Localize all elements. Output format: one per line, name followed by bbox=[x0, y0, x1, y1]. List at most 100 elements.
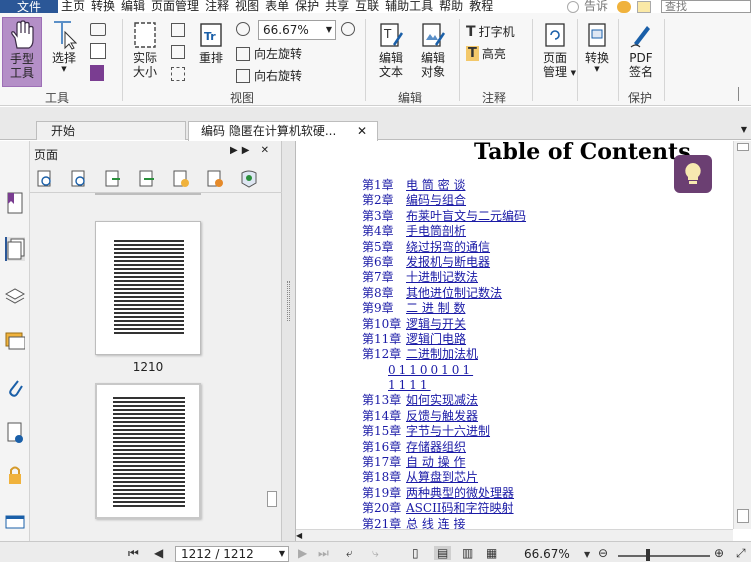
delete-page-icon[interactable] bbox=[206, 170, 224, 188]
signature-icon[interactable] bbox=[5, 421, 25, 445]
menu-item[interactable]: 共享 bbox=[322, 0, 352, 13]
search-options-icon[interactable] bbox=[637, 0, 651, 13]
toc-entry[interactable]: 第3章 布莱叶盲文与二元编码 bbox=[362, 209, 722, 224]
tab-document[interactable]: 编码 隐匿在计算机软硬... ✕ bbox=[188, 121, 378, 141]
toc-entry[interactable]: 第15章 字节与十六进制 bbox=[362, 424, 722, 439]
first-page-icon[interactable]: ⏮ bbox=[128, 546, 139, 561]
zoom-slider-thumb[interactable] bbox=[646, 549, 650, 561]
previous-view-icon[interactable]: ⤶ bbox=[346, 546, 353, 561]
previous-page-icon[interactable]: ◀ bbox=[154, 546, 163, 560]
toc-entry[interactable]: 第2章 编码与组合 bbox=[362, 193, 722, 208]
page-thumbnail[interactable] bbox=[95, 221, 201, 355]
zoom-in-page-icon[interactable] bbox=[36, 170, 54, 188]
snapshot-icon[interactable] bbox=[90, 23, 106, 36]
extract-page-icon[interactable] bbox=[138, 170, 156, 188]
pages-icon[interactable] bbox=[5, 237, 25, 261]
rotate-left-button[interactable]: 向左旋转 bbox=[236, 45, 302, 62]
comments-icon[interactable] bbox=[5, 329, 25, 353]
toc-entry[interactable]: 第1章电 筒 密 谈 bbox=[362, 178, 722, 193]
next-page-icon[interactable]: ▶ bbox=[298, 546, 307, 560]
fit-visible-icon[interactable] bbox=[171, 67, 185, 81]
menu-item[interactable]: 注释 bbox=[202, 0, 232, 13]
scroll-left-arrow[interactable]: ◀ bbox=[296, 531, 302, 540]
panel-scrollbar[interactable] bbox=[265, 193, 279, 523]
close-icon[interactable]: ✕ bbox=[357, 122, 367, 140]
edit-text-button[interactable]: T 编辑 文本 bbox=[372, 19, 410, 79]
toc-entry[interactable]: 第14章 反馈与触发器 bbox=[362, 409, 722, 424]
menu-item[interactable]: 教程 bbox=[466, 0, 496, 13]
single-page-icon[interactable]: ▯ bbox=[412, 546, 419, 560]
zoom-select[interactable]: 66.67% ▼ bbox=[258, 20, 336, 40]
toc-entry[interactable]: 第16章 存储器组织 bbox=[362, 440, 722, 455]
lock-icon[interactable] bbox=[5, 463, 25, 487]
ribbon-scroll-up-icon[interactable] bbox=[738, 87, 746, 101]
document-horizontal-scrollbar[interactable]: ◀ bbox=[296, 529, 733, 541]
menu-item[interactable]: 主页 bbox=[58, 0, 89, 13]
typewriter-button[interactable]: T 打字机 bbox=[466, 23, 515, 40]
toc-entry[interactable]: 第21章总 线 连 接 bbox=[362, 517, 722, 529]
tell-me-label[interactable]: 告诉 bbox=[581, 0, 611, 13]
toc-entry[interactable]: 第6章 发报机与断电器 bbox=[362, 255, 722, 270]
zoom-in-icon[interactable] bbox=[341, 22, 355, 36]
form-icon[interactable] bbox=[5, 509, 25, 533]
toc-entry[interactable]: 第10章 逻辑与开关 bbox=[362, 317, 722, 332]
menu-item[interactable]: 保护 bbox=[292, 0, 322, 13]
menu-item[interactable]: 页面管理 bbox=[148, 0, 202, 13]
lightbulb-icon[interactable] bbox=[566, 0, 579, 13]
toc-entry[interactable]: 第12章 二进制加法机 bbox=[362, 347, 722, 362]
bookmark-purple-icon[interactable] bbox=[90, 65, 104, 81]
edit-object-button[interactable]: 编辑 对象 bbox=[412, 19, 454, 79]
next-view-icon[interactable]: ⤷ bbox=[372, 546, 379, 561]
menu-item[interactable]: 编辑 bbox=[118, 0, 148, 13]
tab-dropdown-icon[interactable]: ▼ bbox=[741, 125, 747, 134]
convert-button[interactable]: 转换 ▼ bbox=[580, 19, 614, 73]
menu-item[interactable]: 辅助工具 bbox=[382, 0, 436, 13]
tab-start[interactable]: 开始 bbox=[36, 121, 186, 140]
toc-entry[interactable]: 第20章 ASCII码和字符映射 bbox=[362, 501, 722, 516]
toc-entry[interactable]: 第19章 两种典型的微处理器 bbox=[362, 486, 722, 501]
continuous-facing-icon[interactable]: ▦ bbox=[486, 546, 497, 560]
pdf-sign-button[interactable]: PDF 签名 bbox=[622, 19, 660, 79]
add-page-icon[interactable] bbox=[172, 170, 190, 188]
search-input[interactable]: 查找 bbox=[661, 0, 751, 13]
toc-entry[interactable]: 第8章 其他进位制记数法 bbox=[362, 286, 722, 301]
bookmark-icon[interactable] bbox=[5, 191, 25, 215]
clipboard-icon[interactable] bbox=[90, 43, 106, 59]
toc-entry[interactable]: 第18章 从算盘到芯片 bbox=[362, 470, 722, 485]
zoom-dropdown-icon[interactable]: ▼ bbox=[584, 550, 590, 559]
reflow-button[interactable]: Tr 重排 bbox=[195, 19, 227, 65]
scroll-up-arrow[interactable] bbox=[737, 143, 749, 151]
menu-item[interactable]: 帮助 bbox=[436, 0, 466, 13]
help-bubble-icon[interactable] bbox=[617, 0, 631, 13]
continuous-page-icon[interactable]: ▤ bbox=[434, 546, 452, 560]
toc-entry[interactable]: 第5章 绕过拐弯的通信 bbox=[362, 240, 722, 255]
panel-controls[interactable]: ▶▶ ✕ bbox=[230, 145, 273, 156]
toc-entry[interactable]: 第4章 手电筒剖析 bbox=[362, 224, 722, 239]
fit-page-icon[interactable] bbox=[171, 23, 185, 37]
scroll-thumb[interactable] bbox=[267, 491, 277, 507]
panel-splitter[interactable] bbox=[282, 141, 296, 541]
page-number-input[interactable]: 1212 / 1212 ▼ bbox=[175, 546, 289, 562]
zoom-in-icon[interactable]: ⊕ bbox=[714, 546, 724, 560]
file-menu[interactable]: 文件 bbox=[0, 0, 58, 13]
select-button[interactable]: 选择 ▼ bbox=[46, 19, 82, 73]
page-properties-icon[interactable] bbox=[240, 170, 258, 188]
zoom-percent[interactable]: 66.67% bbox=[524, 547, 570, 561]
highlight-button[interactable]: T 高亮 bbox=[466, 45, 506, 62]
zoom-out-page-icon[interactable] bbox=[70, 170, 88, 188]
zoom-out-icon[interactable]: ⊖ bbox=[598, 546, 608, 560]
toc-subentry[interactable]: 01100101 bbox=[362, 363, 722, 378]
facing-page-icon[interactable]: ▥ bbox=[462, 546, 473, 560]
rotate-right-button[interactable]: 向右旋转 bbox=[236, 67, 302, 84]
fullscreen-icon[interactable]: ⤢ bbox=[736, 546, 746, 561]
toc-entry[interactable]: 第9章二 进 制 数 bbox=[362, 301, 722, 316]
document-view[interactable]: Table of Contents 第1章电 筒 密 谈第2章 编码与组合 第3章布… bbox=[296, 141, 733, 529]
layers-icon[interactable] bbox=[5, 283, 25, 307]
fit-width-icon[interactable] bbox=[171, 45, 185, 59]
scroll-thumb[interactable] bbox=[737, 509, 749, 523]
zoom-out-icon[interactable] bbox=[236, 22, 250, 36]
toc-entry[interactable]: 第13章 如何实现减法 bbox=[362, 393, 722, 408]
tab-strip-left-arrow[interactable] bbox=[4, 123, 18, 137]
toc-entry[interactable]: 第11章 逻辑门电路 bbox=[362, 332, 722, 347]
toc-subentry[interactable]: 1111 bbox=[362, 378, 722, 393]
